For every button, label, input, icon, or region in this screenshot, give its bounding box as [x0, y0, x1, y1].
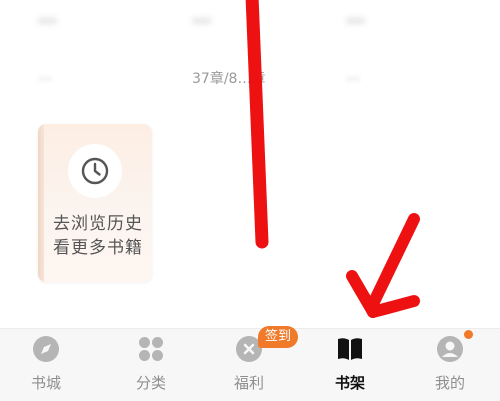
history-text-line2: 看更多书籍: [53, 238, 143, 258]
tab-bookstore[interactable]: 书城: [6, 329, 86, 401]
bottom-tab-bar: 书城 分类 福利 书架 我的: [0, 328, 500, 401]
checkin-badge[interactable]: 签到: [258, 326, 299, 348]
book-meta: …: [346, 68, 360, 84]
compass-icon: [33, 336, 59, 362]
clock-icon: [68, 144, 122, 198]
book-item[interactable]: … 37章/8…章: [192, 0, 302, 87]
book-item[interactable]: … …: [38, 0, 148, 84]
tab-label: 福利: [233, 374, 264, 392]
book-icon: [338, 338, 362, 360]
history-text: 去浏览历史 看更多书籍: [44, 212, 152, 260]
book-meta: 37章/8…章: [192, 71, 266, 87]
book-title: …: [346, 5, 365, 27]
tab-label: 我的: [434, 374, 465, 392]
tab-category[interactable]: 分类: [111, 329, 191, 401]
annotation-arrow-head-left: [346, 270, 379, 318]
tab-mine[interactable]: 我的: [410, 329, 490, 401]
tab-bookshelf[interactable]: 书架: [310, 329, 390, 401]
grid-icon: [139, 337, 163, 361]
book-title: …: [192, 5, 211, 27]
tab-label: 书架: [334, 374, 365, 392]
tab-label: 书城: [30, 374, 61, 392]
profile-icon: [437, 336, 463, 362]
book-title: …: [38, 5, 57, 27]
annotation-arrow-shaft: [366, 213, 420, 312]
book-meta: …: [38, 68, 52, 84]
book-item[interactable]: … …: [346, 0, 456, 84]
book-grid: … … … 37章/8…章 … …: [0, 0, 500, 100]
tab-label: 分类: [135, 374, 166, 392]
browse-history-card[interactable]: 去浏览历史 看更多书籍: [38, 124, 152, 282]
notification-dot: [464, 330, 473, 339]
annotation-arrow-head-right: [367, 295, 420, 318]
history-text-line1: 去浏览历史: [53, 214, 143, 234]
